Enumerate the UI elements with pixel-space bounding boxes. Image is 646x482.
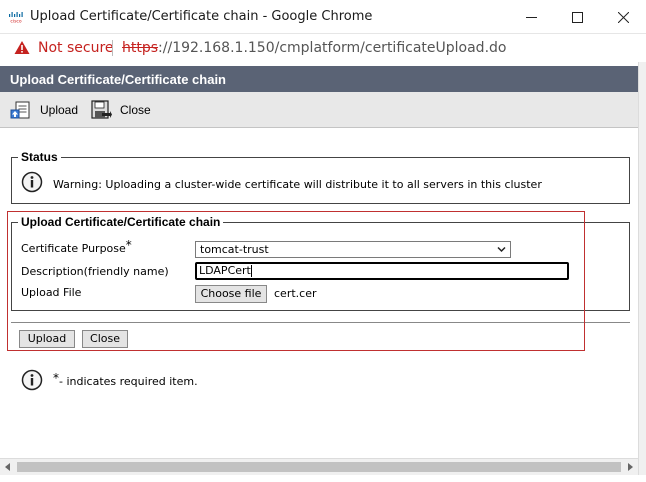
- required-note-asterisk: *: [53, 371, 59, 385]
- window-close-button[interactable]: [600, 0, 646, 34]
- close-save-icon: [91, 100, 112, 119]
- required-note-text: - indicates required item.: [59, 375, 198, 388]
- toolbar-close-label: Close: [120, 103, 151, 117]
- minimize-button[interactable]: [508, 0, 554, 34]
- toolbar-upload-label: Upload: [40, 103, 79, 117]
- maximize-button[interactable]: [554, 0, 600, 34]
- cisco-logo-icon: cisco: [9, 12, 23, 24]
- status-legend: Status: [18, 150, 61, 164]
- not-secure-label[interactable]: Not secure: [38, 40, 114, 56]
- svg-text:cisco: cisco: [10, 19, 22, 24]
- toolbar: Upload Close: [0, 92, 638, 128]
- page-header: Upload Certificate/Certificate chain: [0, 66, 638, 92]
- address-bar[interactable]: Not secure https://192.168.1.150/cmplatf…: [0, 34, 646, 62]
- scroll-left-icon[interactable]: [4, 463, 12, 471]
- toolbar-upload-button[interactable]: Upload: [10, 99, 78, 121]
- horizontal-scroll-thumb[interactable]: [17, 462, 621, 472]
- url-rest: ://192.168.1.150/cmplatform/certificateU…: [158, 40, 507, 56]
- window-title: Upload Certificate/Certificate chain - G…: [30, 9, 373, 24]
- vertical-scrollbar[interactable]: [638, 62, 646, 482]
- upload-document-icon: [10, 101, 30, 119]
- required-note: *- indicates required item.: [53, 371, 198, 388]
- minimize-icon: [525, 16, 537, 18]
- info-icon: [21, 171, 43, 193]
- window-bottom-edge: [0, 475, 646, 482]
- browser-title-bar: cisco Upload Certificate/Certificate cha…: [0, 0, 646, 34]
- address-separator: [112, 40, 113, 56]
- status-section: Status Warning: Uploading a cluster-wide…: [11, 150, 630, 204]
- page-title: Upload Certificate/Certificate chain: [10, 72, 226, 87]
- url-text[interactable]: https://192.168.1.150/cmplatform/certifi…: [122, 40, 506, 56]
- maximize-icon: [571, 11, 583, 23]
- close-icon: [617, 11, 629, 23]
- warning-triangle-icon[interactable]: [14, 40, 30, 55]
- status-message: Warning: Uploading a cluster-wide certif…: [53, 178, 542, 191]
- highlight-box: [7, 211, 585, 351]
- info-icon: [21, 369, 43, 391]
- url-scheme: https: [122, 40, 159, 56]
- scroll-right-icon[interactable]: [626, 463, 634, 471]
- toolbar-close-button[interactable]: Close: [90, 99, 151, 121]
- horizontal-scrollbar[interactable]: [0, 458, 638, 475]
